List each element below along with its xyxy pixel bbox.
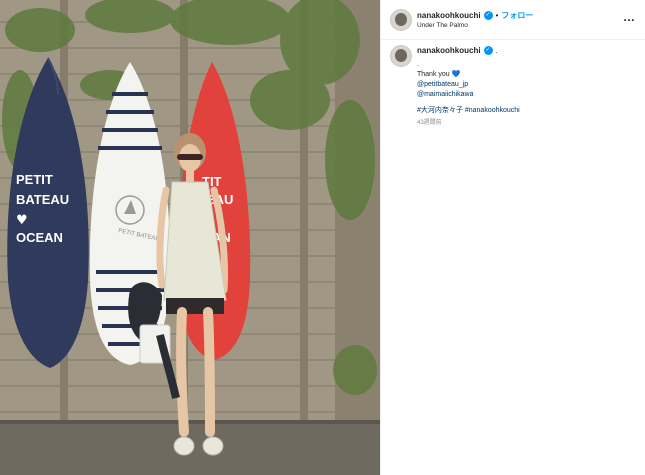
- caption-text: . Thank you 💙 @petitbateau_jp @maimaiich…: [417, 60, 637, 116]
- caption-dot-line: .: [417, 61, 419, 68]
- board-left-text-4: OCEAN: [16, 230, 63, 245]
- avatar[interactable]: [390, 9, 412, 31]
- caption-username-link[interactable]: nanakoohkouchi: [417, 46, 481, 55]
- hashtag-okochi[interactable]: #大河内奈々子: [417, 107, 463, 114]
- caption-avatar[interactable]: [390, 45, 412, 67]
- hashtag-nanakoohkouchi[interactable]: #nanakoohkouchi: [465, 107, 520, 114]
- separator-dot: •: [495, 11, 499, 20]
- verified-badge-icon: ✓: [483, 11, 493, 21]
- mention-petitbateau[interactable]: @petitbateau_jp: [417, 81, 468, 88]
- post-photo[interactable]: PETIT BATEAU ♥ OCEAN PETIT BATEAU TIT EA…: [0, 0, 380, 475]
- caption-trailing-dot: .: [495, 46, 498, 55]
- caption-verified-badge-icon: ✓: [483, 46, 493, 56]
- caption-thank-you: Thank you: [417, 71, 450, 78]
- post-author: nanakoohkouchi ✓ • フォロー: [417, 10, 533, 21]
- caption-thank-you-line: Thank you 💙: [417, 70, 637, 80]
- more-options-icon[interactable]: …: [623, 10, 636, 24]
- location-link[interactable]: Under The Palmo: [417, 22, 468, 29]
- post-header: nanakoohkouchi ✓ • フォロー Under The Palmo …: [381, 0, 645, 40]
- board-left-text-1: PETIT: [16, 172, 53, 187]
- blue-heart-icon: 💙: [451, 71, 461, 78]
- post-side-panel: nanakoohkouchi ✓ • フォロー Under The Palmo … n…: [380, 0, 645, 475]
- board-left-text-3: ♥: [16, 213, 28, 228]
- mention-maimaiichikawa[interactable]: @maimaiichikawa: [417, 91, 474, 98]
- caption-author: nanakoohkouchi ✓.: [417, 46, 498, 56]
- post-timestamp[interactable]: 43週間前: [417, 117, 442, 126]
- follow-button[interactable]: フォロー: [501, 11, 533, 20]
- board-left-text-2: BATEAU: [16, 192, 69, 207]
- username-link[interactable]: nanakoohkouchi: [417, 11, 481, 20]
